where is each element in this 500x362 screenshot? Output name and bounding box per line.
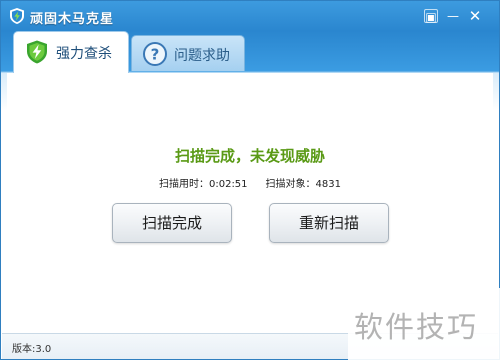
app-shield-icon (10, 8, 24, 24)
tab-label-help: 问题求助 (174, 48, 230, 64)
watermark-text: 软件技巧 (354, 310, 479, 344)
tab-help[interactable]: ? 问题求助 (131, 35, 245, 71)
version-label: 版本:3.0 (12, 344, 52, 355)
window-title: 顽固木马克星 (30, 12, 115, 27)
scan-complete-button[interactable]: 扫描完成 (112, 203, 232, 243)
rescan-button[interactable]: 重新扫描 (269, 203, 389, 243)
scan-time-label: 扫描用时： (158, 179, 209, 190)
minimize-button[interactable]: — (446, 9, 460, 23)
question-icon: ? (143, 42, 167, 66)
shield-lightning-icon (27, 40, 47, 64)
watermark: 软件技巧 (348, 288, 500, 362)
scan-objects-value: 4831 (315, 179, 341, 190)
title-bar[interactable]: 顽固木马克星 ▣ — ✕ (1, 1, 499, 31)
settings-button[interactable]: ▣ (424, 9, 438, 24)
tab-label-force-scan: 强力查杀 (56, 46, 112, 62)
svg-text:?: ? (151, 46, 160, 64)
close-button[interactable]: ✕ (468, 9, 482, 24)
tab-force-scan[interactable]: 强力查杀 (13, 31, 129, 73)
scan-time-value: 0:02:51 (208, 179, 248, 190)
scan-status-message: 扫描完成，未发现威胁 (174, 147, 325, 165)
scan-stats: 扫描用时：0:02:51 扫描对象：4831 (7, 175, 493, 190)
scan-objects-label: 扫描对象： (265, 179, 316, 190)
